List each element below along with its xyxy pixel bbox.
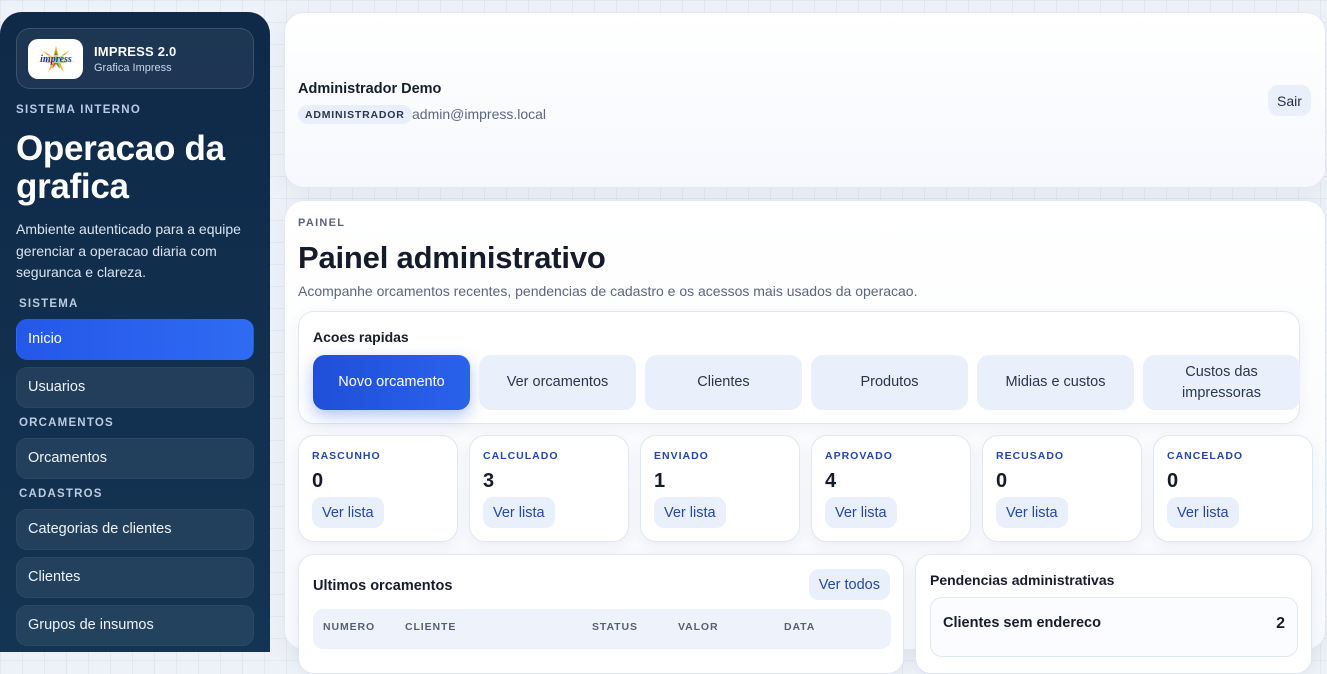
view-list-button[interactable]: Ver lista [483,497,555,528]
clients-button[interactable]: Clientes [645,355,802,410]
role-badge: ADMINISTRADOR [298,105,412,124]
status-card-calculado: CALCULADO 3 Ver lista [469,435,629,542]
user-header: Administrador Demo ADMINISTRADOR admin@i… [284,12,1326,188]
page-eyebrow: PAINEL [298,217,346,229]
status-count: 3 [483,470,495,492]
quick-actions-panel: Acoes rapidas Novo orcamento Ver orcamen… [298,311,1300,424]
quick-actions-title: Acoes rapidas [313,329,409,345]
status-card-rascunho: RASCUNHO 0 Ver lista [298,435,458,542]
brand-subtitle: Grafica Impress [94,61,172,74]
new-quote-button[interactable]: Novo orcamento [313,355,470,410]
column-valor[interactable]: VALOR [678,621,718,633]
status-card-recusado: RECUSADO 0 Ver lista [982,435,1142,542]
user-email: admin@impress.local [412,106,547,122]
pending-admin-panel: Pendencias administrativas Clientes sem … [915,554,1312,674]
view-quotes-button[interactable]: Ver orcamentos [479,355,636,410]
sidebar-heading: Operacao da grafica [16,129,225,206]
sidebar-item-inicio[interactable]: Inicio [16,318,254,360]
status-card-enviado: ENVIADO 1 Ver lista [640,435,800,542]
nav-group-sistema: SISTEMA [19,297,79,310]
view-list-button[interactable]: Ver lista [1167,497,1239,528]
see-all-button[interactable]: Ver todos [808,569,890,600]
pending-item[interactable]: Clientes sem endereco 2 [930,597,1298,657]
view-list-button[interactable]: Ver lista [312,497,384,528]
view-list-button[interactable]: Ver lista [654,497,726,528]
pending-item-label: Clientes sem endereco [943,615,1101,631]
column-cliente[interactable]: CLIENTE [405,621,456,633]
products-button[interactable]: Produtos [811,355,968,410]
impress-logo-icon: impress [34,45,77,72]
printer-costs-button[interactable]: Custos das impressoras [1143,355,1300,410]
view-list-button[interactable]: Ver lista [825,497,897,528]
status-cards: RASCUNHO 0 Ver lista CALCULADO 3 Ver lis… [298,435,1313,542]
sidebar-eyebrow: SISTEMA INTERNO [16,104,142,116]
status-count: 0 [312,470,324,492]
brand-name: IMPRESS 2.0 [94,43,177,59]
sidebar-item-grupos-insumos[interactable]: Grupos de insumos [16,604,254,646]
nav-group-orcamentos: ORCAMENTOS [19,416,114,429]
status-count: 4 [825,470,837,492]
status-label: CANCELADO [1167,450,1244,462]
view-list-button[interactable]: Ver lista [996,497,1068,528]
column-status[interactable]: STATUS [592,621,638,633]
status-count: 1 [654,470,666,492]
sidebar-item-usuarios[interactable]: Usuarios [16,366,254,408]
status-label: RASCUNHO [312,450,381,462]
status-label: APROVADO [825,450,893,462]
status-label: ENVIADO [654,450,709,462]
status-label: RECUSADO [996,450,1065,462]
status-card-cancelado: CANCELADO 0 Ver lista [1153,435,1313,542]
sidebar-item-clientes[interactable]: Clientes [16,556,254,598]
status-card-aprovado: APROVADO 4 Ver lista [811,435,971,542]
page-subtitle: Acompanhe orcamentos recentes, pendencia… [298,283,918,299]
brand-logo: impress [28,38,83,79]
status-label: CALCULADO [483,450,559,462]
svg-text:impress: impress [40,54,72,65]
logout-button[interactable]: Sair [1268,85,1311,116]
pending-title: Pendencias administrativas [930,572,1115,588]
column-data[interactable]: DATA [784,621,815,633]
sidebar-description: Ambiente autenticado para a equipe geren… [16,221,241,280]
recent-quotes-panel: Ultimos orcamentos Ver todos NUMERO CLIE… [298,554,904,674]
page-title: Painel administrativo [298,240,606,275]
pending-item-count: 2 [1276,615,1285,632]
sidebar: impress IMPRESS 2.0 Grafica Impress SIST… [0,12,270,652]
dashboard-panel: PAINEL Painel administrativo Acompanhe o… [284,200,1326,674]
recent-quotes-title: Ultimos orcamentos [313,578,453,594]
table-header: NUMERO CLIENTE STATUS VALOR DATA [313,609,891,649]
sidebar-item-categorias-clientes[interactable]: Categorias de clientes [16,508,254,550]
brand-card[interactable]: impress IMPRESS 2.0 Grafica Impress [16,28,254,89]
nav-group-cadastros: CADASTROS [19,487,103,500]
status-count: 0 [996,470,1008,492]
column-numero[interactable]: NUMERO [323,621,375,633]
media-costs-button[interactable]: Midias e custos [977,355,1134,410]
user-name: Administrador Demo [298,81,442,97]
status-count: 0 [1167,470,1179,492]
sidebar-item-orcamentos[interactable]: Orcamentos [16,437,254,479]
